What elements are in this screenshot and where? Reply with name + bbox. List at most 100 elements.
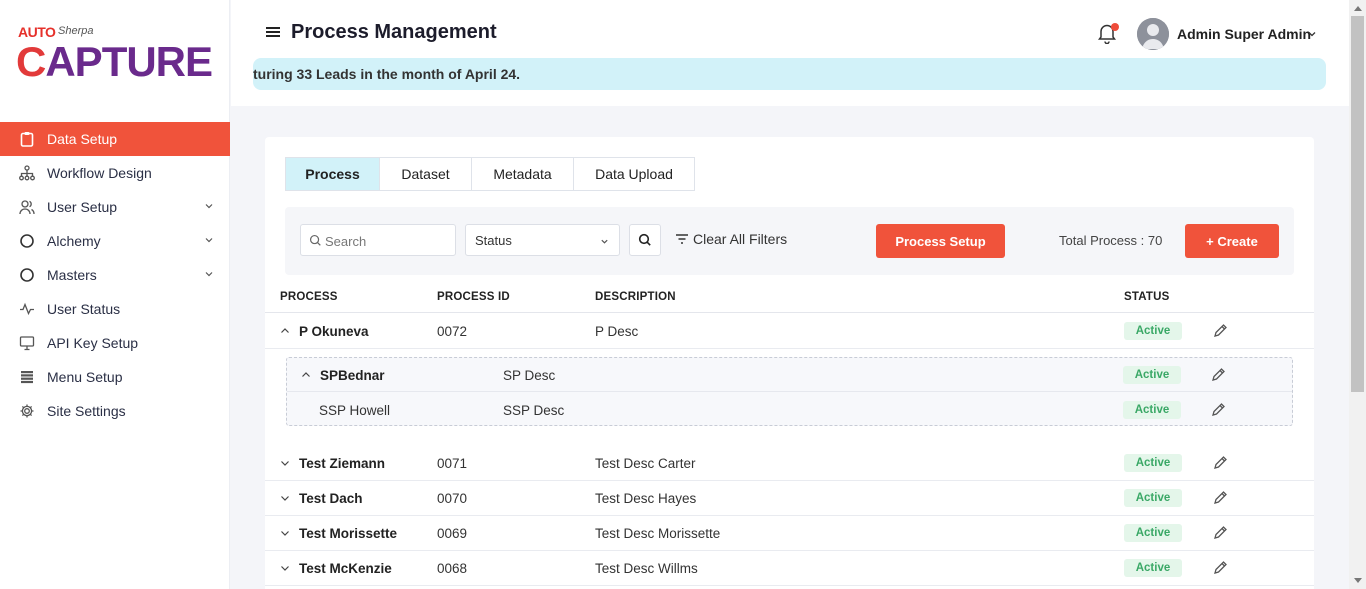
- status-badge: Active: [1123, 401, 1181, 419]
- chevron-down-icon: [601, 239, 608, 244]
- announcement-banner: turing 33 Leads in the month of April 24…: [253, 58, 1326, 90]
- process-name: Test Morissette: [299, 526, 398, 541]
- search-button[interactable]: [629, 224, 661, 256]
- tab-process[interactable]: Process: [286, 158, 380, 190]
- table-row[interactable]: Test Dach 0070 Test Desc Hayes Active: [265, 481, 1314, 516]
- table-row[interactable]: P Okuneva 0072 P Desc Active: [265, 314, 1314, 349]
- process-name: P Okuneva: [299, 324, 369, 339]
- sidebar-item-menu-setup[interactable]: Menu Setup: [0, 360, 230, 394]
- subprocess-row[interactable]: SSP Howell SSP Desc Active: [287, 393, 1292, 427]
- subprocess-row[interactable]: SPBednar SP Desc Active: [287, 358, 1292, 392]
- edit-pencil-icon[interactable]: [1210, 367, 1226, 383]
- edit-pencil-icon[interactable]: [1212, 560, 1228, 576]
- column-header-process: PROCESS: [280, 291, 338, 303]
- edit-pencil-icon[interactable]: [1212, 525, 1228, 541]
- tab-data-upload[interactable]: Data Upload: [574, 158, 694, 190]
- process-id: 0072: [437, 324, 468, 339]
- total-process-count: Total Process : 70: [1059, 233, 1163, 248]
- sidebar-item-workflow-design[interactable]: Workflow Design: [0, 156, 230, 190]
- process-id: 0071: [437, 456, 468, 471]
- process-description: Test Desc Willms: [595, 561, 698, 576]
- sidebar-item-api-key-setup[interactable]: API Key Setup: [0, 326, 230, 360]
- scroll-up-arrow-icon[interactable]: [1354, 6, 1362, 11]
- table-header: PROCESS PROCESS ID DESCRIPTION STATUS: [265, 285, 1314, 313]
- edit-pencil-icon[interactable]: [1212, 323, 1228, 339]
- sidebar-item-label: Masters: [47, 267, 97, 283]
- sidebar-item-data-setup[interactable]: Data Setup: [0, 122, 230, 156]
- process-description: P Desc: [595, 324, 639, 339]
- process-setup-button[interactable]: Process Setup: [876, 224, 1005, 258]
- edit-pencil-icon[interactable]: [1212, 490, 1228, 506]
- top-header: Process Management Admin Super Admin: [231, 0, 1349, 106]
- process-name: Test McKenzie: [299, 561, 392, 576]
- sidebar: AUTO Sherpa CAPTURE Data Setup Workflow …: [0, 0, 230, 589]
- clear-filters-button[interactable]: Clear All Filters: [675, 231, 787, 247]
- sidebar-item-label: User Setup: [47, 199, 118, 215]
- hamburger-menu-icon[interactable]: [266, 27, 280, 39]
- search-icon: [638, 233, 651, 246]
- clipboard-icon: [18, 130, 36, 148]
- subprocess-name: SPBednar: [320, 368, 385, 383]
- search-icon: [309, 234, 321, 246]
- status-badge: Active: [1124, 559, 1182, 577]
- process-name: Test Ziemann: [299, 456, 386, 471]
- create-button[interactable]: + Create: [1185, 224, 1279, 258]
- sidebar-item-label: Data Setup: [47, 131, 118, 147]
- user-name[interactable]: Admin Super Admin: [1177, 26, 1311, 42]
- chevron-down-icon[interactable]: [280, 528, 290, 538]
- filter-icon: [676, 234, 688, 244]
- chevron-down-icon[interactable]: [280, 563, 290, 573]
- sidebar-item-user-status[interactable]: User Status: [0, 292, 230, 326]
- logo-sherpa-text: Sherpa: [58, 25, 94, 37]
- table-row[interactable]: Test Ziemann 0071 Test Desc Carter Activ…: [265, 446, 1314, 481]
- edit-pencil-icon[interactable]: [1210, 402, 1226, 418]
- gear-icon: [18, 402, 36, 420]
- status-select-value: Status: [475, 233, 512, 248]
- autosherpa-capture-logo[interactable]: AUTO Sherpa CAPTURE: [16, 24, 216, 86]
- process-description: Test Desc Morissette: [595, 526, 721, 541]
- process-name: Test Dach: [299, 491, 363, 506]
- users-icon: [18, 198, 36, 216]
- process-id: 0068: [437, 561, 468, 576]
- sidebar-item-label: Alchemy: [47, 233, 101, 249]
- status-select[interactable]: Status: [465, 224, 620, 256]
- chevron-down-icon: [205, 272, 213, 277]
- sidebar-item-site-settings[interactable]: Site Settings: [0, 394, 230, 428]
- chevron-down-icon[interactable]: [1307, 29, 1317, 39]
- avatar[interactable]: [1137, 18, 1169, 50]
- circle-icon: [18, 232, 36, 250]
- page-title: Process Management: [291, 21, 497, 43]
- page-scrollbar[interactable]: [1349, 0, 1366, 589]
- process-description: Test Desc Hayes: [595, 491, 697, 506]
- sidebar-item-alchemy[interactable]: Alchemy: [0, 224, 230, 258]
- chevron-down-icon: [205, 238, 213, 243]
- scroll-down-arrow-icon[interactable]: [1354, 578, 1362, 583]
- chevron-up-icon[interactable]: [301, 370, 311, 380]
- tab-bar: Process Dataset Metadata Data Upload: [285, 157, 695, 191]
- table-row[interactable]: Test McKenzie 0068 Test Desc Willms Acti…: [265, 551, 1314, 586]
- logo-capture-text: CAPTURE: [16, 38, 213, 85]
- status-badge: Active: [1124, 524, 1182, 542]
- notification-bell-icon[interactable]: [1097, 22, 1119, 46]
- chevron-down-icon[interactable]: [280, 493, 290, 503]
- sitemap-icon: [18, 164, 36, 182]
- sidebar-item-user-setup[interactable]: User Setup: [0, 190, 230, 224]
- sidebar-item-masters[interactable]: Masters: [0, 258, 230, 292]
- sidebar-nav: Data Setup Workflow Design User Setup Al…: [0, 122, 230, 428]
- sidebar-item-label: Menu Setup: [47, 369, 123, 385]
- process-card: Process Dataset Metadata Data Upload Sta…: [265, 137, 1314, 589]
- scrollbar-thumb[interactable]: [1351, 16, 1364, 392]
- tab-metadata[interactable]: Metadata: [472, 158, 574, 190]
- chevron-up-icon[interactable]: [280, 326, 290, 336]
- tab-dataset[interactable]: Dataset: [380, 158, 472, 190]
- edit-pencil-icon[interactable]: [1212, 455, 1228, 471]
- announcement-text: turing 33 Leads in the month of April 24…: [253, 66, 521, 82]
- column-header-process-id: PROCESS ID: [437, 291, 510, 303]
- chevron-down-icon[interactable]: [280, 458, 290, 468]
- search-box[interactable]: [300, 224, 456, 256]
- filter-bar: Status Clear All Filters Process Setup T…: [285, 207, 1294, 275]
- table-row[interactable]: Test Morissette 0069 Test Desc Morissett…: [265, 516, 1314, 551]
- activity-icon: [18, 300, 36, 318]
- status-badge: Active: [1124, 489, 1182, 507]
- search-input[interactable]: [325, 231, 450, 251]
